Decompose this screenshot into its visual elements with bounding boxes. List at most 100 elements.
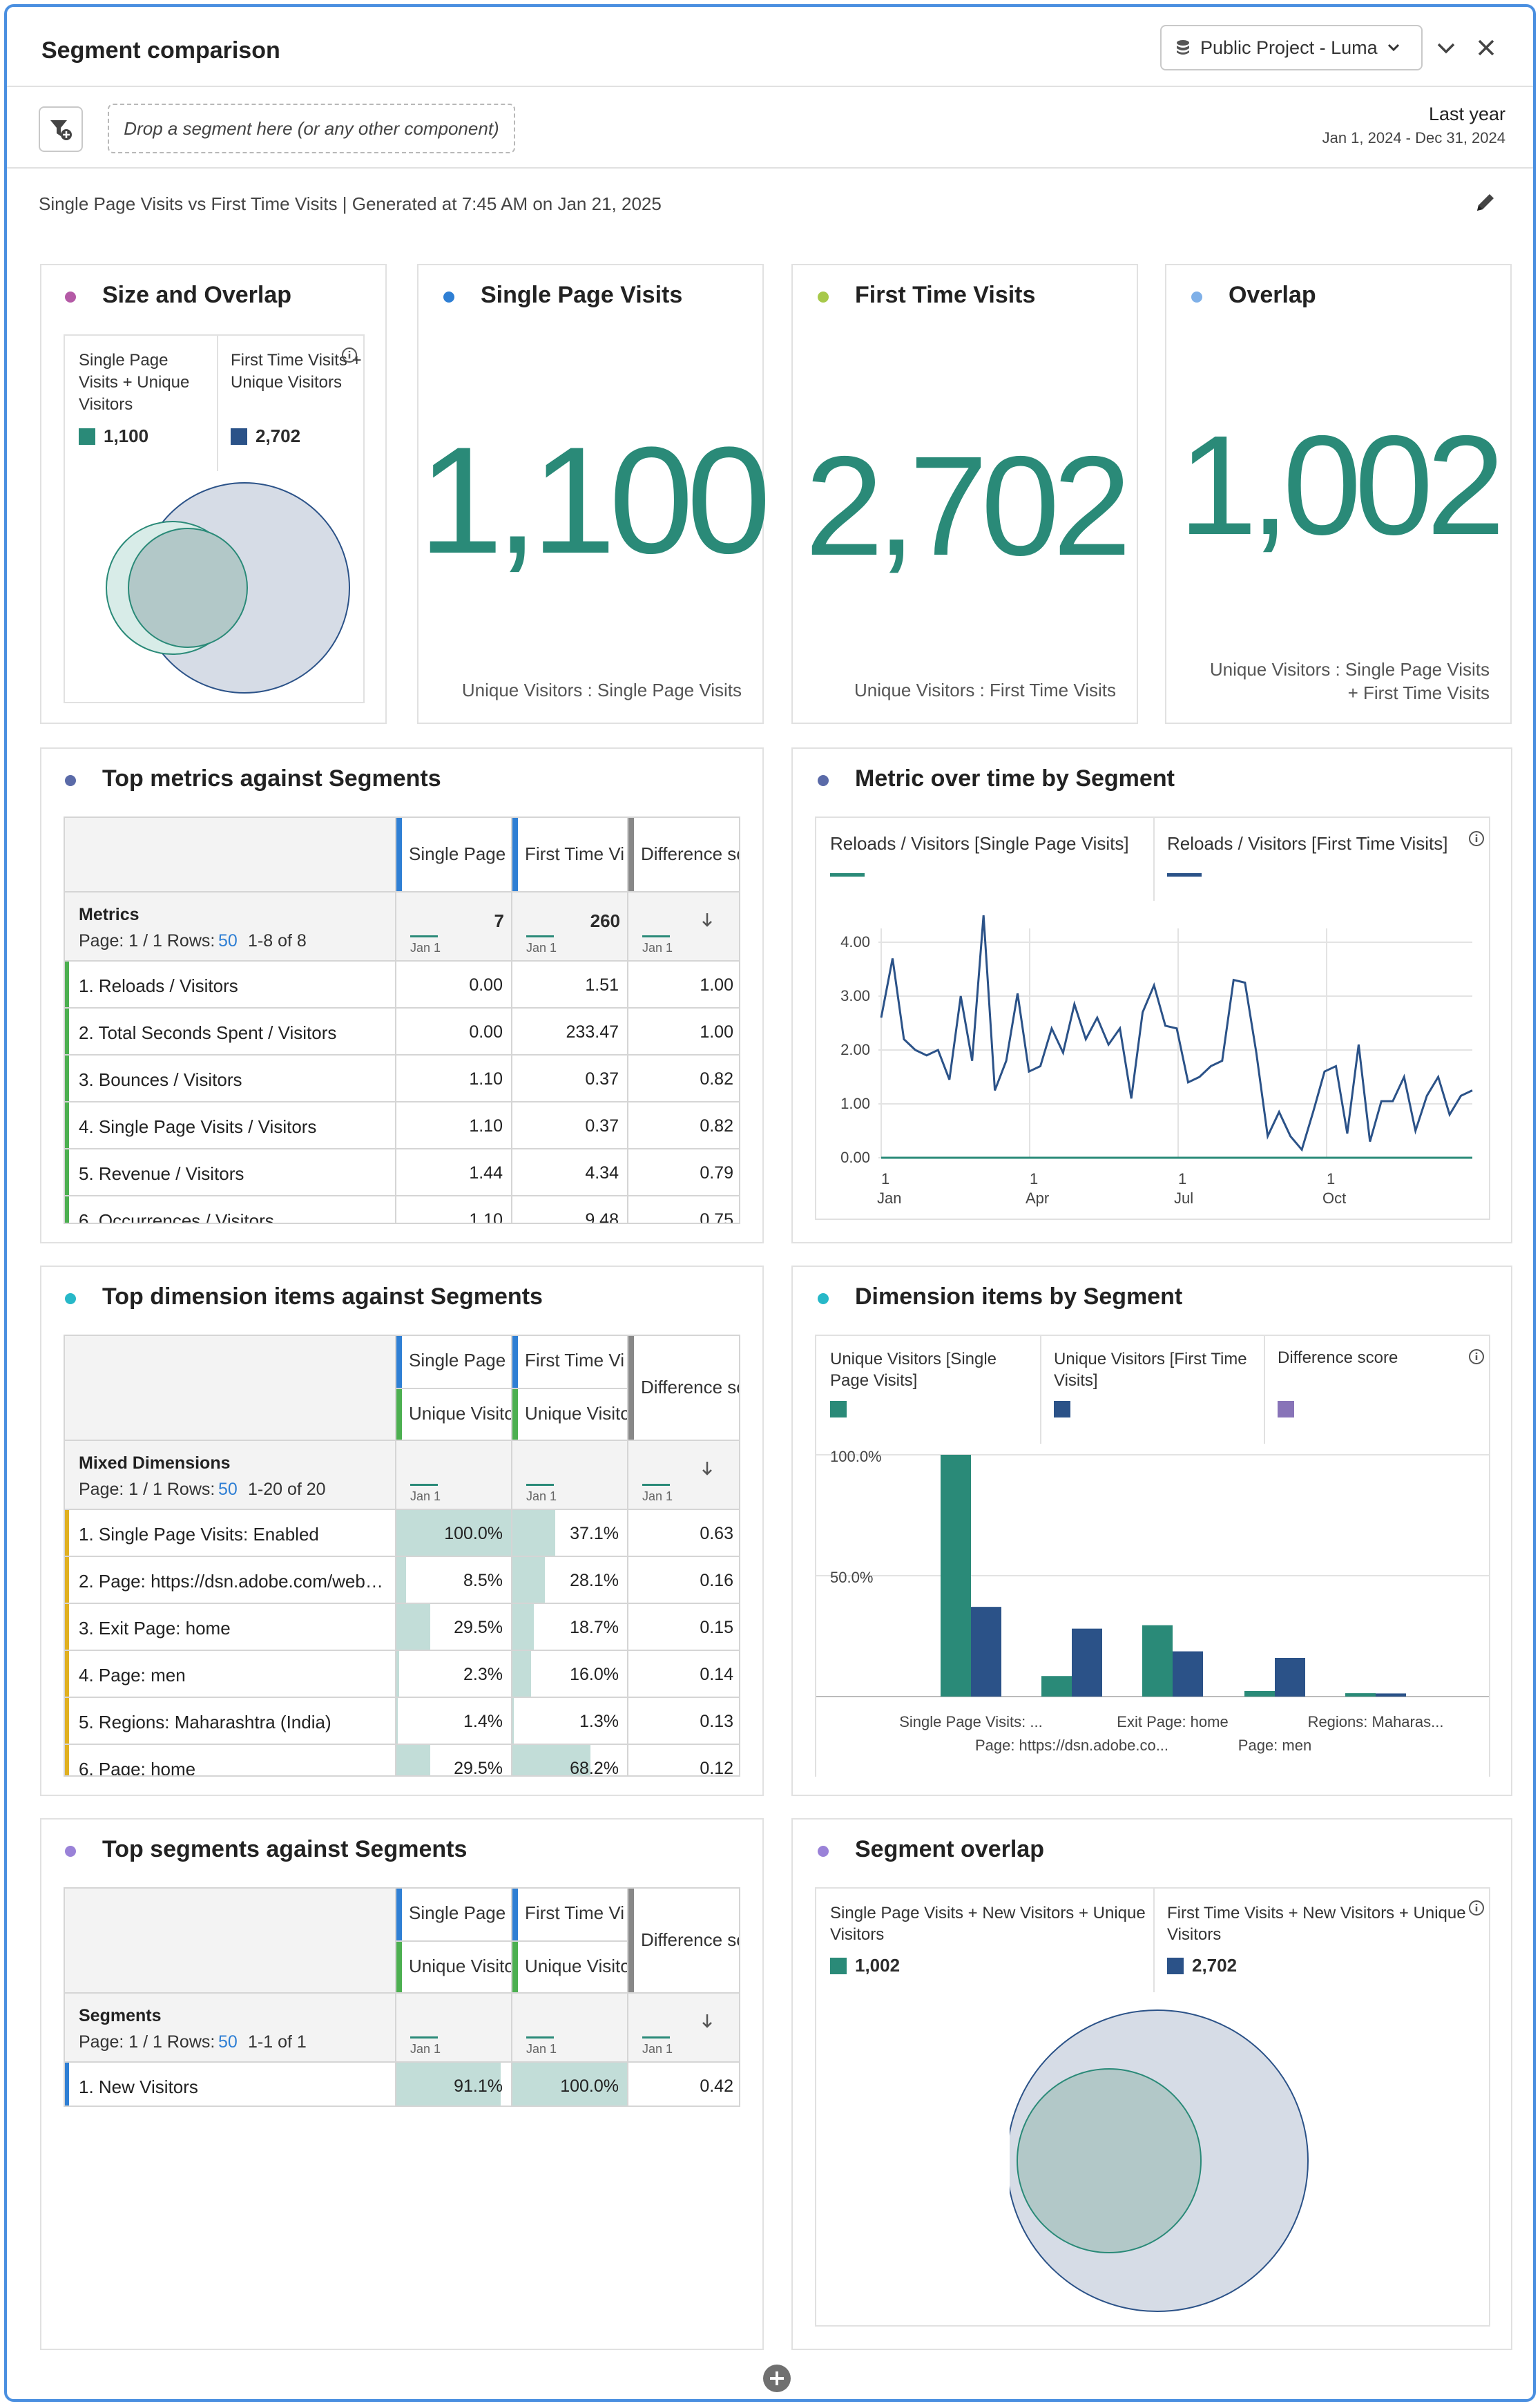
- sort-arrow-icon[interactable]: [700, 1460, 714, 1477]
- row-indicator: [65, 1510, 69, 1557]
- add-visualization-icon[interactable]: [762, 2364, 791, 2393]
- legend-swatch-purple: [1278, 1401, 1294, 1417]
- sparkline-label: Jan 1: [410, 941, 441, 955]
- row-label: 5. Revenue / Visitors: [79, 1163, 244, 1184]
- col-divider: [395, 1992, 396, 2061]
- bar-2-5[interactable]: [1376, 1693, 1406, 1697]
- table-row[interactable]: 2. Total Seconds Spent / Visitors 0.00 233…: [65, 1009, 739, 1056]
- x-category-label: Single Page Visits: ...: [899, 1713, 1043, 1730]
- table-row[interactable]: 1. Reloads / Visitors 0.00 1.51 1.00: [65, 962, 739, 1009]
- rows-per-page[interactable]: 50: [218, 2032, 238, 2052]
- card-dot: [65, 1846, 76, 1857]
- table-row[interactable]: 4. Single Page Visits / Visitors 1.10 0.37…: [65, 1102, 739, 1149]
- bar-2-4[interactable]: [1275, 1658, 1305, 1697]
- column-handle[interactable]: [512, 818, 518, 891]
- info-icon[interactable]: [1468, 1348, 1485, 1365]
- legend-item-1[interactable]: Reloads / Visitors [Single Page Visits]: [830, 833, 1129, 854]
- column-header[interactable]: First Time Vi Unique Visito: [512, 1336, 631, 1440]
- bar-1-2[interactable]: [1041, 1676, 1072, 1697]
- bar-2-3[interactable]: [1173, 1651, 1203, 1697]
- cell-value: 0.00: [469, 1022, 503, 1042]
- card-dot: [65, 775, 76, 786]
- table-row[interactable]: 3. Exit Page: home 29.5% 18.7% 0.15: [65, 1604, 739, 1651]
- table-row[interactable]: 6. Occurrences / Visitors 1.10 9.48 0.75: [65, 1196, 739, 1223]
- y-tick-label: 2.00: [840, 1041, 870, 1058]
- column-handle[interactable]: [396, 1889, 402, 1940]
- column-header[interactable]: Single Page V Unique Visito: [396, 1336, 523, 1440]
- cell-value: 2.3%: [463, 1665, 503, 1684]
- column-handle[interactable]: [396, 1388, 402, 1440]
- column-header[interactable]: Difference sc: [628, 818, 739, 891]
- column-handle[interactable]: [628, 1336, 634, 1440]
- info-icon[interactable]: [1468, 1900, 1485, 1916]
- project-selector[interactable]: Public Project - Luma: [1160, 25, 1423, 70]
- x-category-label: Page: men: [1238, 1737, 1311, 1754]
- column-header[interactable]: Difference sc: [628, 1336, 739, 1440]
- segment-comparison-panel: Segment comparison Public Project - Luma…: [4, 4, 1536, 2402]
- venn-box: Single Page Visits + New Visitors + Uniq…: [815, 1887, 1490, 2327]
- legend-item-1[interactable]: Unique Visitors [Single Page Visits]: [830, 1348, 1037, 1391]
- legend-item-3[interactable]: Difference score: [1278, 1348, 1398, 1368]
- add-filter-button[interactable]: [39, 106, 83, 152]
- sparkline: [526, 1484, 554, 1486]
- legend-item-2[interactable]: Unique Visitors [First Time Visits]: [1054, 1348, 1261, 1391]
- series-line-2[interactable]: [880, 915, 1473, 1152]
- bar-1-4[interactable]: [1244, 1690, 1275, 1697]
- column-handle[interactable]: [628, 1889, 634, 1992]
- table-row[interactable]: 2. Page: https://dsn.adobe.com/web… 8.5% 2…: [65, 1557, 739, 1604]
- sort-arrow-icon[interactable]: [700, 912, 714, 928]
- cell-value: 18.7%: [570, 1618, 619, 1637]
- table-row[interactable]: 1. Single Page Visits: Enabled 100.0% 37.1…: [65, 1510, 739, 1557]
- column-handle[interactable]: [512, 1940, 518, 1992]
- column-header[interactable]: First Time Vi Unique Visito: [512, 1889, 631, 1992]
- table-row[interactable]: 3. Bounces / Visitors 1.10 0.37 0.82: [65, 1056, 739, 1102]
- column-header[interactable]: Single Page V: [396, 818, 523, 891]
- bar-2-2[interactable]: [1072, 1628, 1102, 1697]
- card-dot: [818, 292, 829, 303]
- close-icon[interactable]: [1476, 38, 1496, 57]
- legend-item-2[interactable]: Reloads / Visitors [First Time Visits]: [1167, 833, 1447, 854]
- column-header[interactable]: First Time Vi: [512, 818, 627, 891]
- edit-pencil-icon[interactable]: [1474, 191, 1497, 214]
- column-handle[interactable]: [512, 1336, 518, 1388]
- column-header-label: First Time Vi: [525, 843, 624, 864]
- sparkline-label: Jan 1: [526, 941, 557, 955]
- cell-value: 1.44: [469, 1163, 503, 1183]
- table-row[interactable]: 5. Revenue / Visitors 1.44 4.34 0.79: [65, 1149, 739, 1196]
- kpi-subtitle: Unique Visitors : Single Page Visits: [461, 680, 742, 700]
- row-indicator: [65, 1149, 69, 1196]
- table-row[interactable]: 4. Page: men 2.3% 16.0% 0.14: [65, 1651, 739, 1698]
- bar-1-5[interactable]: [1345, 1693, 1376, 1697]
- row-indicator: [65, 1557, 69, 1604]
- info-icon[interactable]: [1468, 830, 1485, 847]
- column-header[interactable]: Single Page V Unique Visito: [396, 1889, 523, 1992]
- bar-1-1[interactable]: [941, 1455, 971, 1697]
- column-subheader-label: Unique Visito: [525, 1403, 631, 1424]
- legend-swatch-teal: [79, 428, 95, 445]
- column-handle[interactable]: [512, 1388, 518, 1440]
- column-header-label: First Time Vi: [525, 1350, 624, 1371]
- column-handle[interactable]: [628, 818, 634, 891]
- venn-seg1-value: 1,100: [104, 426, 149, 446]
- date-range[interactable]: Last year Jan 1, 2024 - Dec 31, 2024: [1322, 104, 1505, 147]
- column-subheader-label: Unique Visito: [525, 1956, 631, 1976]
- column-handle[interactable]: [396, 1336, 402, 1388]
- column-header[interactable]: Difference sc: [628, 1889, 739, 1992]
- column-handle[interactable]: [396, 1940, 402, 1992]
- table-row[interactable]: 5. Regions: Maharashtra (India) 1.4% 1.3% 0…: [65, 1698, 739, 1745]
- col-divider: [395, 1440, 396, 1509]
- info-icon[interactable]: [341, 347, 358, 363]
- table-row[interactable]: 6. Page: home 29.5% 68.2% 0.12: [65, 1745, 739, 1775]
- bar-1-3[interactable]: [1142, 1625, 1173, 1697]
- table-row[interactable]: 1. New Visitors 91.1% 100.0% 0.42: [65, 2063, 739, 2106]
- sort-arrow-icon[interactable]: [700, 2013, 714, 2030]
- bar-2-1[interactable]: [971, 1607, 1001, 1697]
- freeform-table-dimensions: Single Page V Unique Visito First Time Vi U…: [64, 1335, 740, 1777]
- rows-per-page[interactable]: 50: [218, 931, 238, 951]
- rows-per-page[interactable]: 50: [218, 1480, 238, 1500]
- card-dot: [65, 1293, 76, 1304]
- collapse-chevron-icon[interactable]: [1436, 41, 1456, 55]
- column-handle[interactable]: [512, 1889, 518, 1940]
- column-handle[interactable]: [396, 818, 402, 891]
- segment-drop-zone[interactable]: Drop a segment here (or any other compon…: [108, 104, 515, 153]
